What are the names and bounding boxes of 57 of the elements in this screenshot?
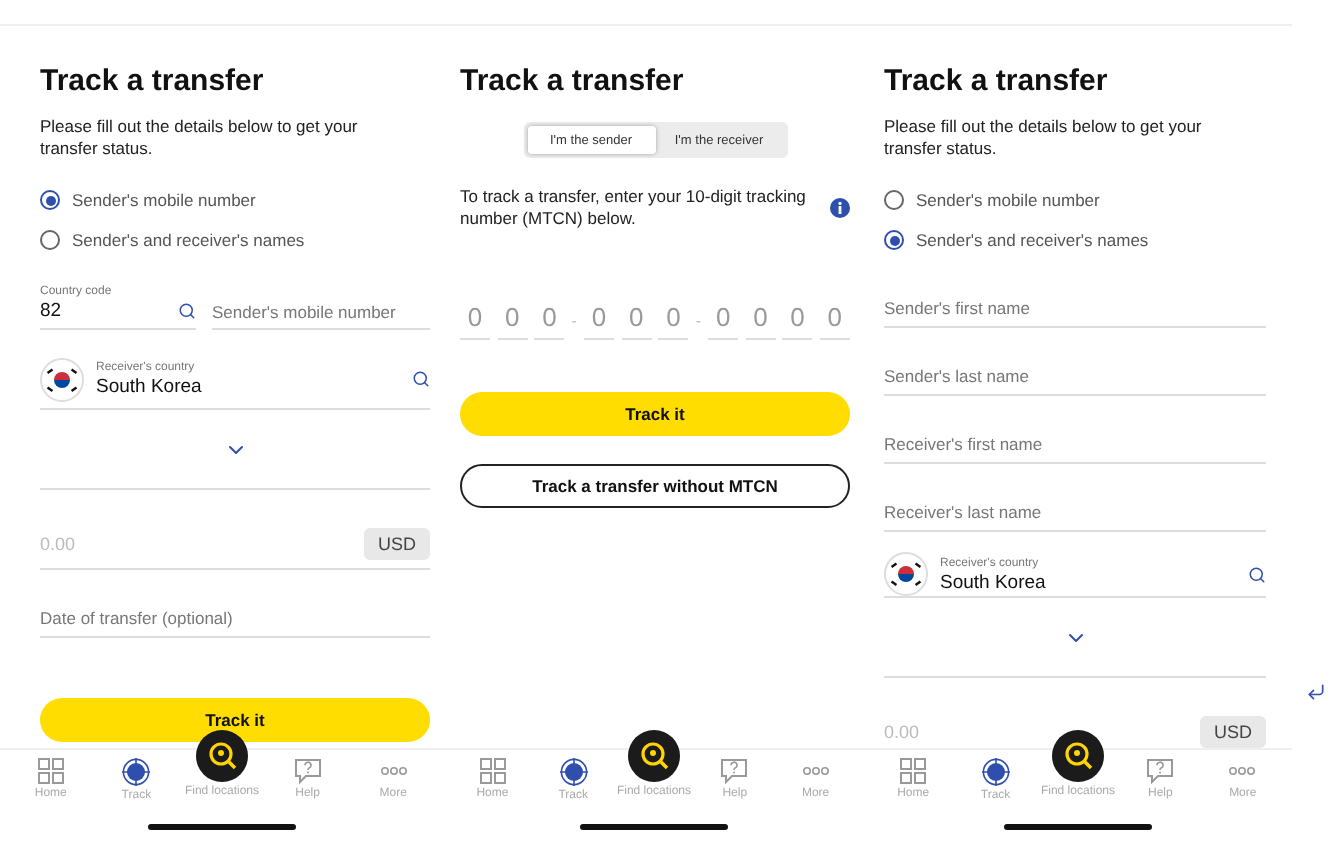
digit-field[interactable]: 0 xyxy=(745,302,776,340)
digit-field[interactable]: 0 xyxy=(708,302,739,340)
radio-button[interactable] xyxy=(40,190,60,210)
separator: - xyxy=(571,312,577,330)
separator: - xyxy=(695,312,701,330)
target-icon xyxy=(981,758,1010,786)
search-icon[interactable] xyxy=(178,302,196,320)
track-button[interactable]: Track it xyxy=(460,392,850,436)
radio-label[interactable]: Sender's mobile number xyxy=(916,190,1100,210)
digit-field[interactable]: 0 xyxy=(819,302,850,340)
radio-button[interactable] xyxy=(40,230,60,250)
digit-field[interactable]: 0 xyxy=(658,302,689,340)
amount-field[interactable]: 0.00 USD xyxy=(40,518,430,570)
return-icon xyxy=(1306,682,1326,702)
text-field[interactable]: Receiver's first name xyxy=(884,420,1266,464)
radio-label[interactable]: Sender's and receiver's names xyxy=(72,230,305,250)
grid-icon xyxy=(479,758,506,784)
mobile-number-field[interactable]: Sender's mobile number xyxy=(212,302,430,330)
text-field[interactable]: Receiver's last name xyxy=(884,488,1266,532)
intro-text: Please fill out the details below to get your transfer status. xyxy=(884,116,1204,160)
digit-field[interactable]: 0 xyxy=(621,302,652,340)
radio-label[interactable]: Sender's mobile number xyxy=(72,190,256,210)
instruction-text: To track a transfer, enter your 10-digit tracking number (MTCN) below. xyxy=(460,186,808,230)
help-icon xyxy=(1146,758,1175,784)
info-icon[interactable] xyxy=(830,198,850,218)
page-title: Track a transfer xyxy=(40,64,266,98)
intro-text: Please fill out the details below to get your transfer status. xyxy=(40,116,360,160)
location-search-icon xyxy=(1051,730,1104,782)
currency-label[interactable]: USD xyxy=(363,527,430,559)
track-without-mtcn-button[interactable]: Track a transfer without MTCN xyxy=(460,464,850,508)
search-icon[interactable] xyxy=(412,370,430,388)
location-search-icon xyxy=(627,730,680,782)
digit-field[interactable]: 0 xyxy=(497,302,528,340)
flag-icon xyxy=(884,552,928,596)
text-field[interactable]: Sender's last name xyxy=(884,352,1266,396)
currency-label[interactable]: USD xyxy=(1199,715,1266,747)
digit-field[interactable]: 0 xyxy=(782,302,813,340)
page-title: Track a transfer xyxy=(884,64,1110,98)
location-search-icon xyxy=(195,730,248,782)
text-field[interactable]: Sender's first name xyxy=(884,284,1266,328)
target-icon xyxy=(122,758,151,786)
digit-field[interactable]: 0 xyxy=(584,302,615,340)
radio-label[interactable]: Sender's and receiver's names xyxy=(916,230,1149,250)
radio-button[interactable] xyxy=(884,230,904,250)
help-icon xyxy=(720,758,749,784)
radio-button[interactable] xyxy=(884,190,904,210)
grid-icon xyxy=(37,758,64,784)
text-field[interactable]: Date of transfer (optional) xyxy=(40,594,430,638)
flag-icon xyxy=(40,357,84,401)
search-icon[interactable] xyxy=(1248,565,1266,583)
digit-field[interactable]: 0 xyxy=(460,302,490,340)
target-icon xyxy=(559,758,588,786)
digit-field[interactable]: 0 xyxy=(534,302,565,340)
grid-icon xyxy=(900,758,927,784)
page-title: Track a transfer xyxy=(460,64,686,98)
help-icon xyxy=(293,758,322,784)
track-button[interactable]: Track it xyxy=(40,698,430,742)
